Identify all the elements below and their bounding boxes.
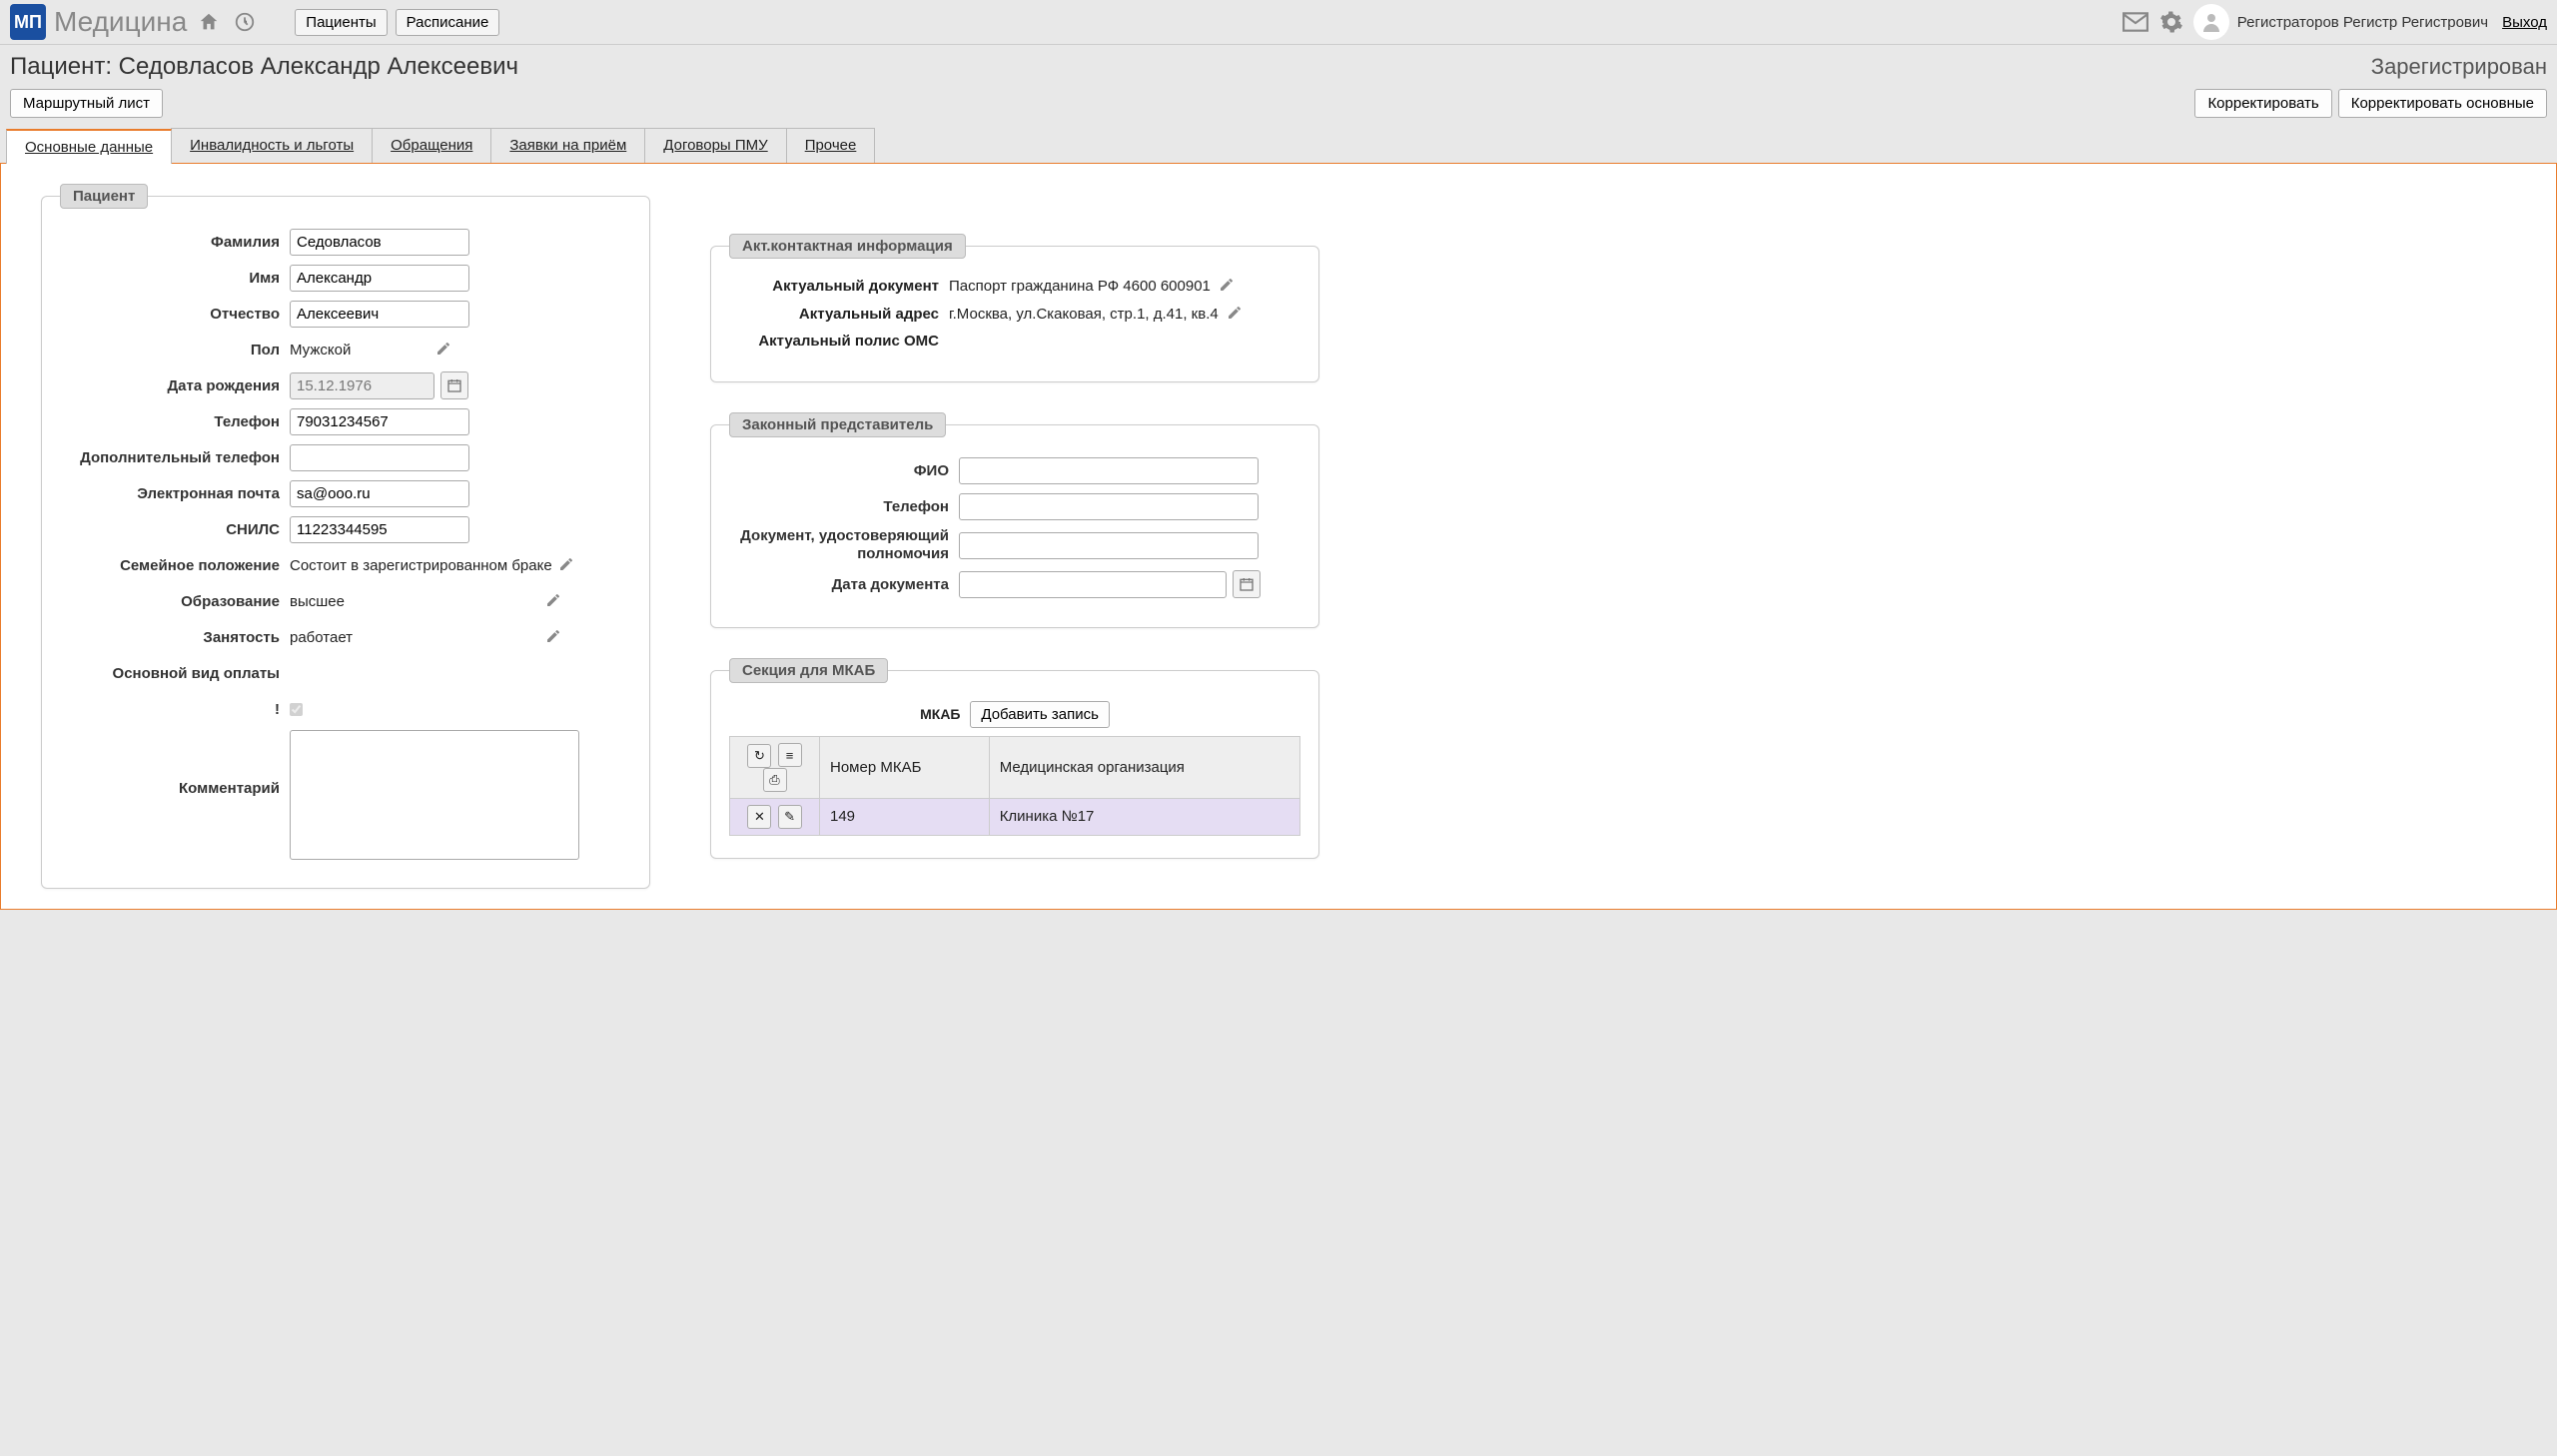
lastname-field[interactable] xyxy=(290,229,469,256)
mkab-org-value: Клиника №17 xyxy=(989,798,1299,835)
tab-appointments[interactable]: Заявки на приём xyxy=(490,128,645,163)
mkab-legend: Секция для МКАБ xyxy=(729,658,888,683)
label-rep-fio: ФИО xyxy=(729,462,959,479)
mkab-fieldset: Секция для МКАБ МКАБ Добавить запись ↻ ≡… xyxy=(710,658,1319,859)
mkab-number-value: 149 xyxy=(820,798,990,835)
label-firstname: Имя xyxy=(60,270,290,287)
clock-icon[interactable] xyxy=(231,8,259,36)
action-bar: Маршрутный лист Корректировать Корректир… xyxy=(0,85,2557,128)
label-education: Образование xyxy=(60,593,290,610)
tab-disability[interactable]: Инвалидность и льготы xyxy=(171,128,373,163)
home-icon[interactable] xyxy=(195,8,223,36)
label-payment: Основной вид оплаты xyxy=(60,665,290,682)
logout-link[interactable]: Выход xyxy=(2502,14,2547,31)
employment-value: работает xyxy=(290,625,539,650)
label-comment: Комментарий xyxy=(60,730,290,797)
settings-icon[interactable] xyxy=(2157,8,2185,36)
label-snils: СНИЛС xyxy=(60,521,290,538)
dob-field xyxy=(290,372,434,399)
tab-bar: Основные данные Инвалидность и льготы Об… xyxy=(0,128,2557,163)
label-excl: ! xyxy=(60,701,290,718)
app-title: Медицина xyxy=(54,6,187,38)
phone-field[interactable] xyxy=(290,408,469,435)
label-actual-addr: Актуальный адрес xyxy=(729,306,949,323)
comment-field[interactable] xyxy=(290,730,579,860)
edit-main-button[interactable]: Корректировать основные xyxy=(2338,89,2547,118)
page-title: Пациент: Седовласов Александр Алексеевич xyxy=(10,53,518,81)
nav-schedule-button[interactable]: Расписание xyxy=(396,9,500,36)
contact-legend: Акт.контактная информация xyxy=(729,234,966,259)
pencil-icon[interactable]: ✎ xyxy=(778,805,802,829)
label-actual-oms: Актуальный полис ОМС xyxy=(729,333,949,350)
phone2-field[interactable] xyxy=(290,444,469,471)
delete-icon[interactable]: ✕ xyxy=(747,805,771,829)
snils-field[interactable] xyxy=(290,516,469,543)
label-actual-doc: Актуальный документ xyxy=(729,278,949,295)
patronymic-field[interactable] xyxy=(290,301,469,328)
label-phone2: Дополнительный телефон xyxy=(60,449,290,466)
tab-main-data[interactable]: Основные данные xyxy=(6,129,172,164)
pencil-icon[interactable] xyxy=(435,341,453,359)
nav-patients-button[interactable]: Пациенты xyxy=(295,9,387,36)
label-rep-date: Дата документа xyxy=(729,576,959,593)
label-employment: Занятость xyxy=(60,629,290,646)
patient-fieldset: Пациент Фамилия Имя Отчество Пол Мужской xyxy=(41,184,650,889)
tab-contracts[interactable]: Договоры ПМУ xyxy=(644,128,786,163)
tab-other[interactable]: Прочее xyxy=(786,128,876,163)
mail-icon[interactable] xyxy=(2122,8,2149,36)
calendar-icon[interactable] xyxy=(1233,570,1261,598)
page-header: Пациент: Седовласов Александр Алексеевич… xyxy=(0,45,2557,85)
add-record-button[interactable]: Добавить запись xyxy=(970,701,1110,728)
col-mkab-number: Номер МКАБ xyxy=(820,737,990,799)
label-rep-doc: Документ, удостоверяющий полномочия xyxy=(729,527,959,563)
pencil-icon[interactable] xyxy=(558,556,576,574)
education-value: высшее xyxy=(290,589,539,614)
label-marital: Семейное положение xyxy=(60,557,290,574)
table-row[interactable]: ✕ ✎ 149 Клиника №17 xyxy=(730,798,1300,835)
mkab-label: МКАБ xyxy=(920,706,960,722)
mkab-table: ↻ ≡ ⎙ Номер МКАБ Медицинская организация… xyxy=(729,736,1300,836)
edit-button[interactable]: Корректировать xyxy=(2194,89,2331,118)
tab-content-main: Пациент Фамилия Имя Отчество Пол Мужской xyxy=(0,163,2557,910)
topbar: МП Медицина Пациенты Расписание Регистра… xyxy=(0,0,2557,45)
sex-value: Мужской xyxy=(290,338,429,363)
actual-addr-value: г.Москва, ул.Скаковая, стр.1, д.41, кв.4 xyxy=(949,306,1219,323)
excl-checkbox xyxy=(290,703,303,716)
contact-fieldset: Акт.контактная информация Актуальный док… xyxy=(710,234,1319,382)
list-icon[interactable]: ≡ xyxy=(778,743,802,767)
representative-fieldset: Законный представитель ФИО Телефон Докум… xyxy=(710,412,1319,628)
print-icon[interactable]: ⎙ xyxy=(763,768,787,792)
status-badge: Зарегистрирован xyxy=(2371,54,2547,80)
label-dob: Дата рождения xyxy=(60,377,290,394)
user-avatar[interactable] xyxy=(2193,4,2229,40)
mkab-toolbar-header: ↻ ≡ ⎙ xyxy=(730,737,820,799)
label-sex: Пол xyxy=(60,342,290,359)
refresh-icon[interactable]: ↻ xyxy=(747,744,771,768)
rep-fio-field[interactable] xyxy=(959,457,1259,484)
username-label: Регистраторов Регистр Регистрович xyxy=(2237,14,2488,31)
marital-value: Состоит в зарегистрированном браке xyxy=(290,553,552,578)
tab-referrals[interactable]: Обращения xyxy=(372,128,491,163)
app-logo: МП xyxy=(10,4,46,40)
rep-doc-field[interactable] xyxy=(959,532,1259,559)
calendar-icon[interactable] xyxy=(440,371,468,399)
rep-date-field[interactable] xyxy=(959,571,1227,598)
patient-legend: Пациент xyxy=(60,184,148,209)
actual-doc-value: Паспорт гражданина РФ 4600 600901 xyxy=(949,278,1211,295)
pencil-icon[interactable] xyxy=(1219,277,1237,295)
email-field[interactable] xyxy=(290,480,469,507)
pencil-icon[interactable] xyxy=(545,628,563,646)
label-phone: Телефон xyxy=(60,413,290,430)
pencil-icon[interactable] xyxy=(1227,305,1245,323)
label-lastname: Фамилия xyxy=(60,234,290,251)
label-patronymic: Отчество xyxy=(60,306,290,323)
rep-phone-field[interactable] xyxy=(959,493,1259,520)
route-sheet-button[interactable]: Маршрутный лист xyxy=(10,89,163,118)
rep-legend: Законный представитель xyxy=(729,412,946,437)
firstname-field[interactable] xyxy=(290,265,469,292)
col-mkab-org: Медицинская организация xyxy=(989,737,1299,799)
label-rep-phone: Телефон xyxy=(729,498,959,515)
label-email: Электронная почта xyxy=(60,485,290,502)
pencil-icon[interactable] xyxy=(545,592,563,610)
